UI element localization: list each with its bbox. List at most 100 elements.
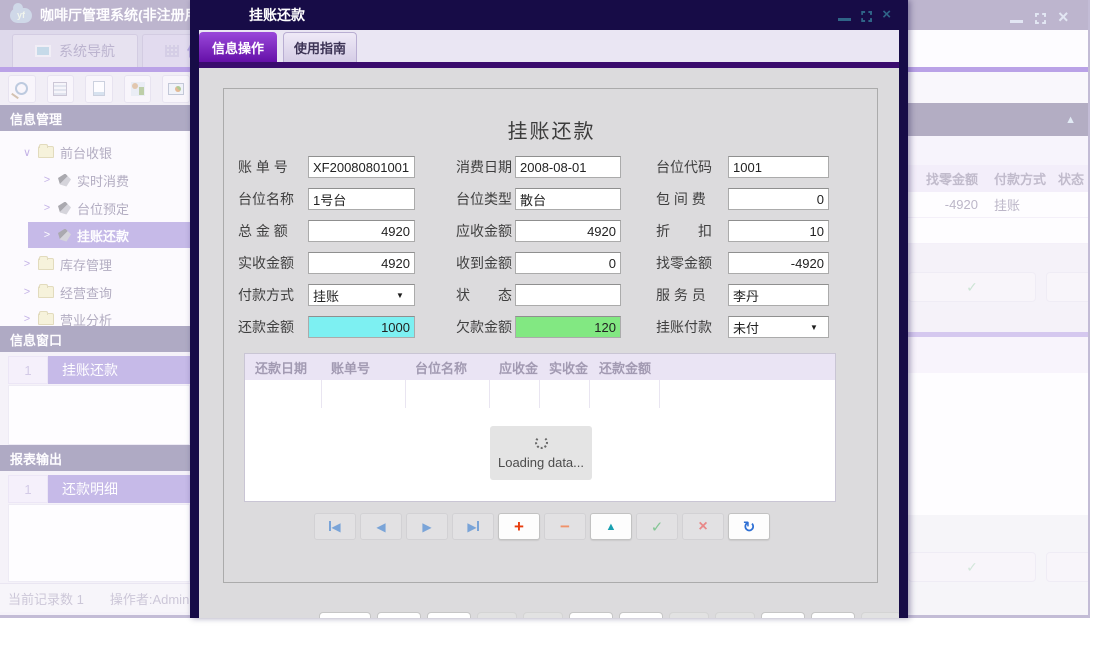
tab-info-operation[interactable]: 信息操作 bbox=[199, 32, 277, 62]
credit-pay-select[interactable]: 未付 ▼ bbox=[728, 316, 829, 338]
bottom-button[interactable] bbox=[669, 612, 709, 618]
received-input[interactable]: 0 bbox=[515, 252, 621, 274]
right-light-strip2 bbox=[908, 136, 1090, 165]
document-tool-button[interactable] bbox=[85, 75, 113, 103]
grid-header-row: 还款日期 账单号 台位名称 应收金 实收金 还款金额 bbox=[245, 354, 835, 380]
right-blank-strip bbox=[908, 30, 1090, 67]
edit-record-button[interactable]: ▲ bbox=[590, 513, 632, 540]
receivable-input[interactable]: 4920 bbox=[515, 220, 621, 242]
bottom-button[interactable] bbox=[715, 612, 755, 618]
last-record-button[interactable]: ▶ bbox=[452, 513, 494, 540]
prior-record-button[interactable]: ◀ bbox=[360, 513, 402, 540]
first-record-button[interactable]: ◀ bbox=[314, 513, 356, 540]
records-tool-button[interactable] bbox=[47, 75, 75, 103]
change-input[interactable]: -4920 bbox=[728, 252, 829, 274]
tree-item-credit-repay[interactable]: > 挂账还款 bbox=[28, 222, 190, 248]
first-icon: ◀ bbox=[329, 520, 340, 534]
tree-item-stock-manage[interactable]: > 库存管理 bbox=[0, 252, 190, 276]
bottom-button[interactable] bbox=[427, 612, 471, 618]
info-window-item-credit-repay[interactable]: 1 挂账还款 bbox=[8, 356, 190, 384]
form-panel: 挂账还款 账 单 号 XF20080801001 消费日期 2008-08-01… bbox=[223, 88, 878, 583]
next-record-button[interactable]: ▶ bbox=[406, 513, 448, 540]
dialog-tab-underline bbox=[199, 62, 899, 68]
right-panel-header: ▲ bbox=[908, 103, 1090, 136]
field-label: 台位代码 bbox=[656, 157, 728, 177]
grid-row[interactable]: -4920 挂账 bbox=[908, 192, 1090, 218]
report-item-repay-detail[interactable]: 1 还款明细 bbox=[8, 475, 190, 503]
minimize-icon[interactable] bbox=[1010, 20, 1023, 23]
confirm-button[interactable]: ✓ bbox=[908, 552, 1036, 582]
table-name-input[interactable]: 1号台 bbox=[308, 188, 415, 210]
cancel-button[interactable]: × bbox=[1046, 552, 1090, 582]
search-tool-button[interactable] bbox=[8, 75, 36, 103]
table-code-input[interactable]: 1001 bbox=[728, 156, 829, 178]
bottom-button[interactable] bbox=[523, 612, 563, 618]
tab-system-nav[interactable]: 系统导航 bbox=[12, 34, 138, 67]
tree-label: 挂账还款 bbox=[77, 226, 129, 245]
repay-amount-input[interactable]: 1000 bbox=[308, 316, 415, 338]
bottom-button[interactable] bbox=[619, 612, 663, 618]
dialog-tab-strip: 信息操作 使用指南 bbox=[199, 30, 899, 62]
column-divider bbox=[589, 380, 590, 408]
refresh-button[interactable]: ↻ bbox=[728, 513, 770, 540]
insert-record-button[interactable]: + bbox=[498, 513, 540, 540]
item-label: 还款明细 bbox=[48, 475, 190, 503]
bottom-button[interactable] bbox=[811, 612, 855, 618]
cell-change: -4920 bbox=[908, 197, 986, 212]
post-edit-button[interactable]: ✓ bbox=[636, 513, 678, 540]
bill-no-input[interactable]: XF20080801001 bbox=[308, 156, 415, 178]
delete-record-button[interactable]: − bbox=[544, 513, 586, 540]
screen-report-tool-button[interactable] bbox=[162, 75, 190, 103]
field-label: 账 单 号 bbox=[238, 157, 308, 177]
close-icon[interactable]: × bbox=[882, 6, 891, 24]
bottom-button[interactable] bbox=[377, 612, 421, 618]
bottom-button[interactable] bbox=[569, 612, 613, 618]
bottom-button[interactable] bbox=[761, 612, 805, 618]
right-light-strip bbox=[908, 72, 1090, 103]
status-input[interactable] bbox=[515, 284, 621, 306]
staff-report-tool-button[interactable] bbox=[124, 75, 152, 103]
tree-item-realtime-consume[interactable]: > 实时消费 bbox=[0, 168, 190, 192]
grid-row-empty[interactable] bbox=[908, 218, 1090, 244]
col-change: 找零金额 bbox=[908, 169, 986, 188]
maximize-icon[interactable] bbox=[861, 11, 872, 22]
collapse-icon[interactable]: ▲ bbox=[1065, 114, 1076, 126]
chevron-down-icon[interactable]: ▼ bbox=[804, 317, 824, 337]
field-table-code: 台位代码 1001 bbox=[656, 156, 829, 178]
tree-item-front-cashier[interactable]: ∨ 前台收银 bbox=[0, 140, 190, 164]
field-label: 状 态 bbox=[456, 285, 515, 305]
chevron-down-icon[interactable]: ▼ bbox=[390, 285, 410, 305]
restore-icon[interactable] bbox=[1035, 13, 1046, 24]
actual-amount-input[interactable]: 4920 bbox=[308, 252, 415, 274]
pay-method-select[interactable]: 挂账 ▼ bbox=[308, 284, 415, 306]
folder-icon bbox=[38, 286, 54, 298]
room-fee-input[interactable]: 0 bbox=[728, 188, 829, 210]
tree-item-business-query[interactable]: > 经营查询 bbox=[0, 280, 190, 304]
total-amount-input[interactable]: 4920 bbox=[308, 220, 415, 242]
item-label: 挂账还款 bbox=[48, 356, 190, 384]
waiter-input[interactable]: 李丹 bbox=[728, 284, 829, 306]
cancel-edit-button[interactable]: × bbox=[682, 513, 724, 540]
confirm-button[interactable]: ✓ bbox=[908, 272, 1036, 302]
table-type-input[interactable]: 散台 bbox=[515, 188, 621, 210]
col-bill-no: 账单号 bbox=[321, 358, 405, 377]
dialog-titlebar[interactable]: 挂账还款 × bbox=[199, 0, 899, 30]
discount-input[interactable]: 10 bbox=[728, 220, 829, 242]
tree-item-table-reserve[interactable]: > 台位预定 bbox=[0, 196, 190, 220]
consume-date-input[interactable]: 2008-08-01 bbox=[515, 156, 621, 178]
bottom-button[interactable] bbox=[319, 612, 371, 618]
field-table-type: 台位类型 散台 bbox=[456, 188, 621, 210]
col-status: 状态 bbox=[1052, 169, 1090, 188]
minimize-icon[interactable] bbox=[838, 18, 851, 21]
debt-amount-input[interactable]: 120 bbox=[515, 316, 621, 338]
bottom-button[interactable] bbox=[861, 612, 901, 618]
grid-body[interactable]: Loading data... bbox=[245, 380, 835, 501]
cancel-button[interactable]: × bbox=[1046, 272, 1090, 302]
tool-icon bbox=[58, 174, 71, 187]
chevron-right-icon: > bbox=[42, 174, 52, 186]
refresh-icon: ↻ bbox=[743, 518, 756, 536]
screen: yf 咖啡厅管理系统(非注册用户 系统导航 信息操作 信息管理 bbox=[0, 0, 1099, 655]
tab-user-guide[interactable]: 使用指南 bbox=[283, 32, 357, 62]
close-icon[interactable]: × bbox=[1058, 8, 1069, 26]
bottom-button[interactable] bbox=[477, 612, 517, 618]
